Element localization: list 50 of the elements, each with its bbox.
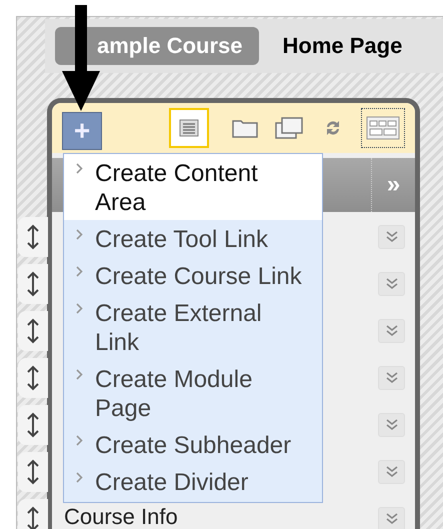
drag-handle[interactable] [18, 358, 48, 398]
chevron-icon [76, 435, 83, 446]
drag-arrow-icon [27, 318, 39, 344]
chevron-icon [76, 266, 83, 277]
menu-option-label: Create Tool Link [95, 225, 268, 254]
drag-handle[interactable] [18, 452, 48, 492]
list-icon [179, 119, 199, 137]
drag-handle[interactable] [18, 498, 48, 529]
windows-icon [275, 117, 303, 139]
drag-handle[interactable] [18, 264, 48, 304]
drag-arrow-icon [27, 270, 39, 296]
menu-option-label: Create Subheader [95, 431, 292, 460]
menu-option-label: Create Divider [95, 468, 248, 497]
double-chevron-icon [386, 278, 398, 290]
double-chevron-icon [386, 324, 398, 336]
menu-option-label: Create Content Area [95, 159, 259, 217]
drag-arrow-icon [27, 506, 39, 529]
drag-handle[interactable] [18, 310, 48, 350]
drag-arrow-icon [27, 412, 39, 438]
options-button[interactable] [378, 412, 405, 436]
options-button[interactable] [378, 272, 405, 296]
double-chevron-icon [386, 418, 398, 430]
options-button[interactable] [378, 366, 405, 390]
options-button[interactable] [378, 224, 405, 248]
chevron-icon [76, 163, 83, 174]
menu-option[interactable]: Create Content Area [64, 154, 322, 220]
drag-arrow-icon [27, 224, 39, 250]
drag-handle[interactable] [18, 216, 48, 256]
toolbar-button[interactable] [361, 108, 405, 148]
menu-option-label: Create Course Link [95, 262, 302, 291]
double-chevron-icon [386, 466, 398, 478]
double-chevron-icon [386, 512, 398, 524]
menu-item-label[interactable]: Course Info [64, 506, 178, 528]
options-button[interactable] [378, 460, 405, 484]
options-button[interactable] [378, 318, 405, 342]
menu-option-label: Create External Link [95, 299, 263, 357]
chevron-icon [76, 369, 83, 380]
double-chevron-icon [386, 372, 398, 384]
layout-icon [366, 116, 400, 140]
page-title: Home Page [282, 33, 402, 59]
chevron-icon [76, 472, 83, 483]
double-chevron-icon [386, 230, 398, 242]
chevron-icon [76, 303, 83, 314]
drag-handle[interactable] [18, 404, 48, 444]
drag-arrow-icon [27, 364, 39, 390]
options-button[interactable] [378, 506, 405, 529]
chevron-icon [76, 229, 83, 240]
drag-arrow-icon [27, 458, 39, 484]
menu-option-label: Create Module Page [95, 365, 254, 423]
folder-icon [232, 118, 258, 138]
